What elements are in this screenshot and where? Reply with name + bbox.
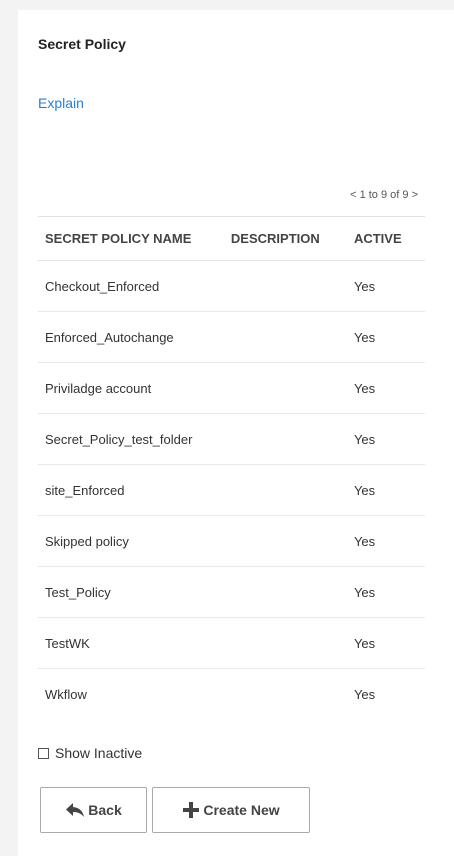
policy-name-cell[interactable]: Priviladge account bbox=[38, 362, 224, 414]
policy-active-cell: Yes bbox=[346, 311, 425, 363]
page-title: Secret Policy bbox=[38, 36, 126, 52]
plus-icon bbox=[183, 802, 200, 818]
policy-description-cell bbox=[223, 413, 347, 465]
column-header-active[interactable]: ACTIVE bbox=[346, 216, 425, 261]
back-button-label: Back bbox=[88, 802, 122, 818]
policy-active-cell: Yes bbox=[346, 362, 425, 414]
back-button[interactable]: Back bbox=[40, 787, 147, 833]
policy-description-cell bbox=[223, 311, 347, 363]
pager-range: 1 to 9 of 9 bbox=[359, 189, 409, 201]
policy-description-cell bbox=[223, 515, 347, 567]
policy-description-cell bbox=[223, 362, 347, 414]
table-row[interactable]: Test_Policy Yes bbox=[38, 566, 425, 618]
policy-name-cell[interactable]: site_Enforced bbox=[38, 464, 224, 516]
table-row[interactable]: Wkflow Yes bbox=[38, 669, 425, 720]
policy-active-cell: Yes bbox=[346, 566, 425, 618]
table-row[interactable]: Checkout_Enforced Yes bbox=[38, 260, 425, 312]
explain-link[interactable]: Explain bbox=[38, 95, 84, 111]
policy-active-cell: Yes bbox=[346, 515, 425, 567]
policy-name-cell[interactable]: Enforced_Autochange bbox=[38, 311, 224, 363]
reply-arrow-icon bbox=[66, 803, 85, 817]
pager-next-button[interactable]: > bbox=[412, 189, 418, 201]
create-new-button[interactable]: Create New bbox=[152, 787, 310, 833]
policy-name-cell[interactable]: TestWK bbox=[38, 617, 224, 669]
show-inactive-checkbox[interactable] bbox=[38, 747, 49, 759]
pager-prev-button[interactable]: < bbox=[350, 189, 356, 201]
column-header-name[interactable]: SECRET POLICY NAME bbox=[38, 216, 224, 261]
table-row[interactable]: Skipped policy Yes bbox=[38, 515, 425, 567]
policy-description-cell bbox=[223, 566, 347, 618]
policy-active-cell: Yes bbox=[353, 686, 376, 702]
table-row[interactable]: Enforced_Autochange Yes bbox=[38, 311, 425, 363]
create-new-button-label: Create New bbox=[203, 802, 280, 818]
policy-description-cell bbox=[223, 260, 347, 312]
policy-active-cell: Yes bbox=[346, 413, 425, 465]
table-row[interactable]: site_Enforced Yes bbox=[38, 464, 425, 516]
table-row[interactable]: Secret_Policy_test_folder Yes bbox=[38, 413, 425, 465]
policy-name-cell[interactable]: Secret_Policy_test_folder bbox=[38, 413, 224, 465]
column-header-description[interactable]: DESCRIPTION bbox=[223, 216, 347, 261]
pagination: < 1 to 9 of 9 > bbox=[350, 189, 418, 201]
show-inactive-toggle[interactable]: Show Inactive bbox=[38, 745, 142, 761]
policy-active-cell: Yes bbox=[346, 260, 425, 312]
table-row[interactable]: Priviladge account Yes bbox=[38, 362, 425, 414]
policy-description-cell bbox=[223, 464, 347, 516]
secret-policy-panel: Secret Policy Explain < 1 to 9 of 9 > SE… bbox=[18, 10, 454, 856]
policy-name-cell[interactable]: Test_Policy bbox=[38, 566, 224, 618]
policy-description-cell bbox=[224, 669, 347, 720]
policy-description-cell bbox=[223, 617, 347, 669]
policy-name-cell[interactable]: Skipped policy bbox=[38, 515, 224, 567]
secret-policy-table: SECRET POLICY NAME DESCRIPTION ACTIVE Ch… bbox=[38, 216, 425, 719]
table-row[interactable]: TestWK Yes bbox=[38, 617, 425, 669]
table-header-row: SECRET POLICY NAME DESCRIPTION ACTIVE bbox=[38, 216, 425, 261]
policy-active-cell: Yes bbox=[346, 464, 425, 516]
policy-name-cell[interactable]: Wkflow bbox=[38, 669, 224, 720]
show-inactive-label: Show Inactive bbox=[55, 745, 143, 761]
policy-active-cell: Yes bbox=[346, 617, 425, 669]
policy-name-cell[interactable]: Checkout_Enforced bbox=[38, 260, 224, 312]
